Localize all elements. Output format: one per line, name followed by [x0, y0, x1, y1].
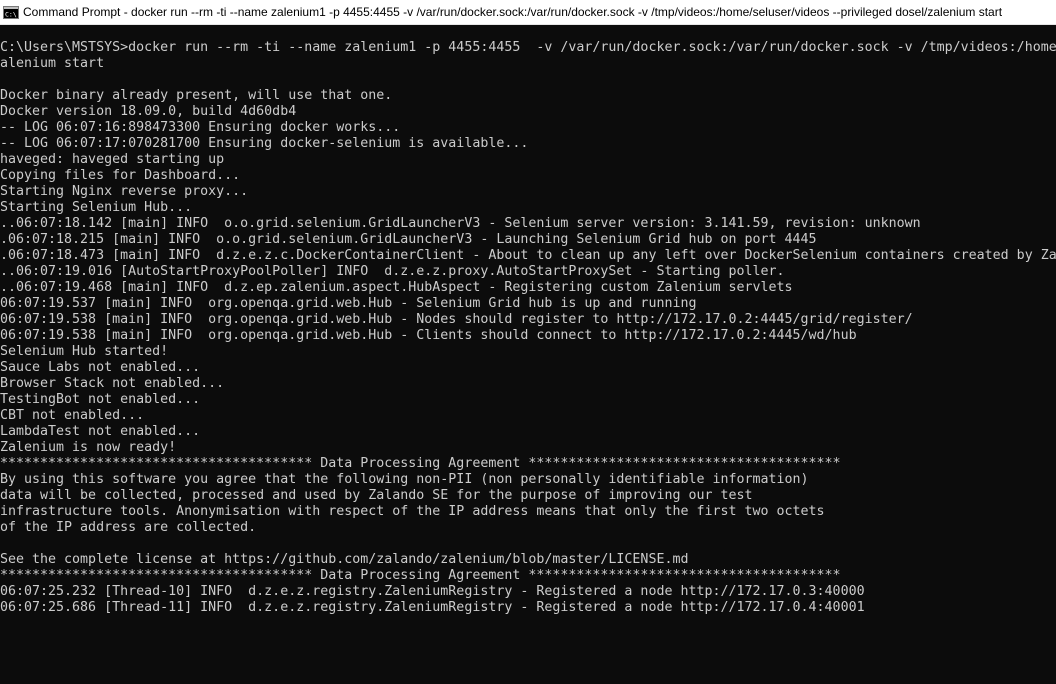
console-line: Copying files for Dashboard...	[0, 168, 241, 183]
console-line: Browser Stack not enabled...	[0, 376, 225, 391]
console-line: *************************************** …	[0, 568, 841, 583]
title-bar[interactable]: C:\ Command Prompt - docker run --rm -ti…	[0, 0, 1056, 25]
console-line: of the IP address are collected.	[0, 520, 257, 535]
console-line: -- LOG 06:07:16:898473300 Ensuring docke…	[0, 120, 401, 135]
console-line: data will be collected, processed and us…	[0, 488, 753, 503]
console-line: ..06:07:18.142 [main] INFO o.o.grid.sele…	[0, 216, 921, 231]
console-line: .06:07:18.215 [main] INFO o.o.grid.selen…	[0, 232, 817, 247]
console-line: Sauce Labs not enabled...	[0, 360, 201, 375]
console-line: Selenium Hub started!	[0, 344, 169, 359]
console-line: *************************************** …	[0, 456, 841, 471]
console-line: CBT not enabled...	[0, 408, 145, 423]
console-line: C:\Users\MSTSYS>docker run --rm -ti --na…	[0, 40, 1056, 55]
console-line: 06:07:25.686 [Thread-11] INFO d.z.e.z.re…	[0, 600, 865, 615]
console-lines: C:\Users\MSTSYS>docker run --rm -ti --na…	[0, 40, 1056, 616]
console-line: ..06:07:19.016 [AutoStartProxyPoolPoller…	[0, 264, 785, 279]
console-line: TestingBot not enabled...	[0, 392, 201, 407]
console-line: 06:07:19.538 [main] INFO org.openqa.grid…	[0, 312, 913, 327]
command-prompt-icon: C:\	[3, 5, 19, 19]
console-line: LambdaTest not enabled...	[0, 424, 201, 439]
window-title: Command Prompt - docker run --rm -ti --n…	[23, 5, 1003, 19]
command-prompt-window: C:\ Command Prompt - docker run --rm -ti…	[0, 0, 1056, 684]
console-line: Docker version 18.09.0, build 4d60db4	[0, 104, 297, 119]
console-line: alenium start	[0, 56, 105, 71]
console-line: Docker binary already present, will use …	[0, 88, 393, 103]
console-line: -- LOG 06:07:17:070281700 Ensuring docke…	[0, 136, 529, 151]
console-line: 06:07:19.538 [main] INFO org.openqa.grid…	[0, 328, 857, 343]
console-line: See the complete license at https://gith…	[0, 552, 689, 567]
console-line: Starting Selenium Hub...	[0, 200, 193, 215]
console-line: Zalenium is now ready!	[0, 440, 177, 455]
console-output[interactable]: C:\Users\MSTSYS>docker run --rm -ti --na…	[0, 40, 1056, 684]
console-line: ..06:07:19.468 [main] INFO d.z.ep.zaleni…	[0, 280, 793, 295]
console-line: 06:07:19.537 [main] INFO org.openqa.grid…	[0, 296, 697, 311]
console-line: By using this software you agree that th…	[0, 472, 809, 487]
console-line: infrastructure tools. Anonymisation with…	[0, 504, 825, 519]
console-line: 06:07:25.232 [Thread-10] INFO d.z.e.z.re…	[0, 584, 865, 599]
console-line: Starting Nginx reverse proxy...	[0, 184, 249, 199]
console-line: haveged: haveged starting up	[0, 152, 225, 167]
svg-text:C:\: C:\	[5, 10, 17, 18]
console-line: .06:07:18.473 [main] INFO d.z.e.z.c.Dock…	[0, 248, 1056, 263]
